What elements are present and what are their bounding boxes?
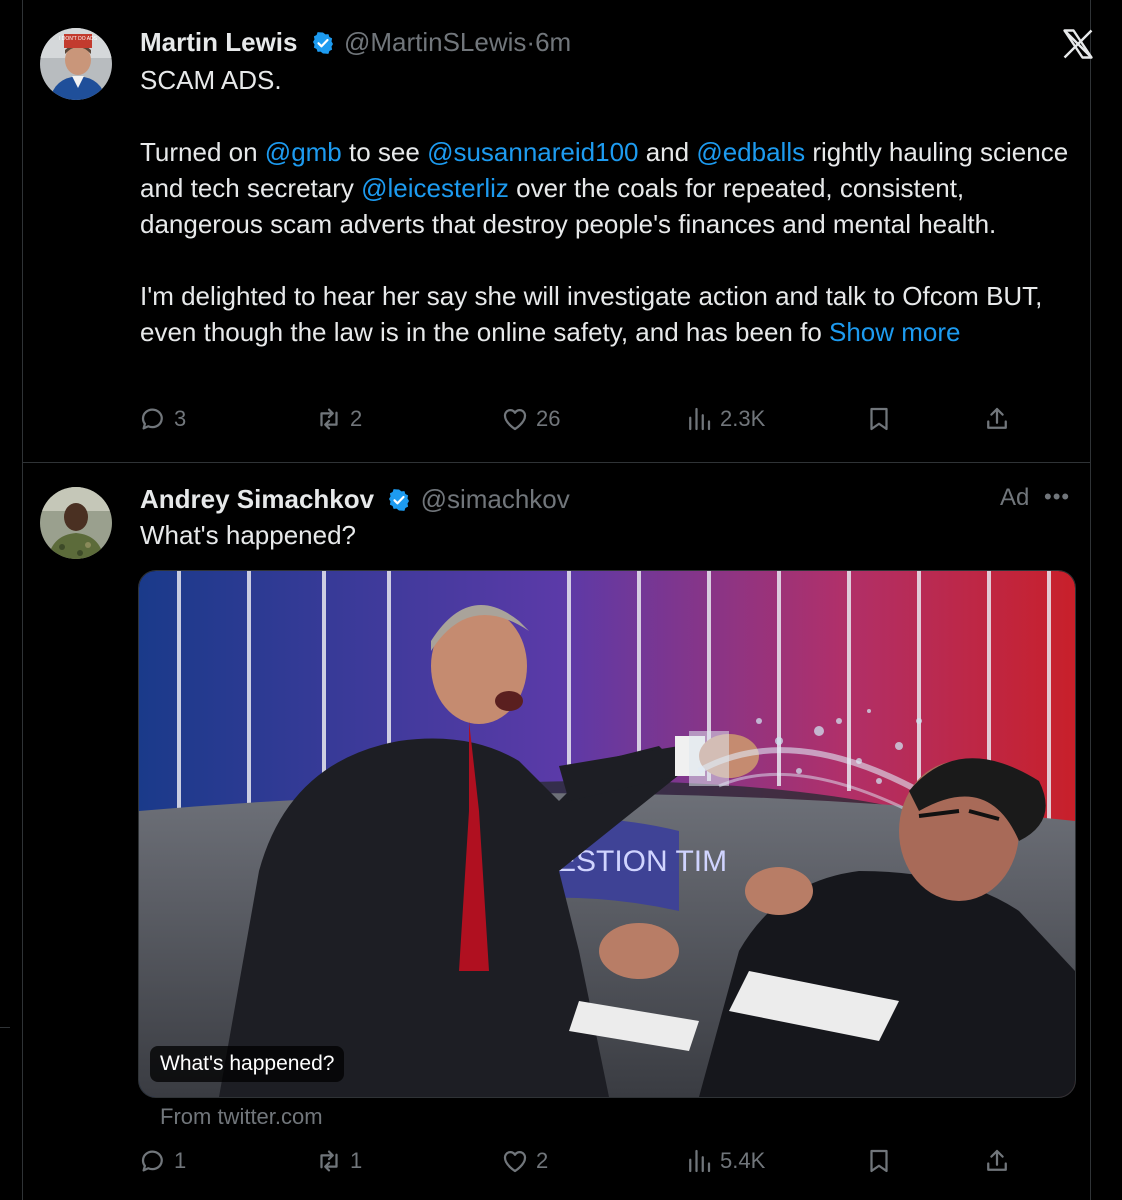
mention-link[interactable]: @leicesterliz <box>361 173 509 203</box>
sidebar-divider-tick <box>0 1027 10 1028</box>
like-count: 26 <box>536 406 561 431</box>
like-icon <box>503 1150 527 1173</box>
card-source-link[interactable]: From twitter.com <box>160 1104 323 1130</box>
timestamp[interactable]: 6m <box>535 27 571 57</box>
separator-dot: · <box>526 27 536 57</box>
tweet-header: Andrey Simachkov @simachkov <box>140 483 570 515</box>
text-segment: and <box>638 137 697 167</box>
mention-link[interactable]: @edballs <box>696 137 805 167</box>
author-handle[interactable]: @simachkov <box>421 484 570 514</box>
mention-link[interactable]: @gmb <box>265 137 342 167</box>
share-icon <box>987 407 1007 429</box>
action-bar: 3 2 26 2.3K <box>22 404 1090 440</box>
repost-count: 2 <box>350 406 363 431</box>
verified-badge-icon <box>312 32 333 54</box>
more-options-icon[interactable]: ••• <box>1044 484 1070 510</box>
tweet-text-line: What's happened? <box>140 520 357 550</box>
tweet-text: SCAM ADS. Turned on @gmb to see @susanna… <box>140 62 1070 350</box>
avatar-andrey-simachkov[interactable] <box>40 487 112 559</box>
tweet-header: Martin Lewis @MartinSLewis·6m <box>140 26 571 58</box>
like-count: 2 <box>536 1148 549 1173</box>
bookmark-icon <box>870 1149 888 1173</box>
repost-count: 1 <box>350 1148 363 1173</box>
reply-count: 1 <box>174 1148 187 1173</box>
share-icon <box>987 1149 1007 1171</box>
bookmark-button[interactable] <box>864 1146 900 1176</box>
text-segment: to see <box>341 137 428 167</box>
avatar-image: I DON'T DO ADS <box>40 28 112 100</box>
author-name[interactable]: Andrey Simachkov <box>140 484 374 514</box>
mention-link[interactable]: @susannareid100 <box>427 137 638 167</box>
tweet-text-para3: I'm delighted to hear her say she will i… <box>140 278 1070 350</box>
ad-label: Ad <box>1000 484 1030 511</box>
reply-button[interactable]: 1 <box>138 1146 186 1176</box>
tweet-martin-lewis[interactable]: I DON'T DO ADS Martin Lewis @MartinSLewi… <box>22 0 1093 462</box>
avatar-martin-lewis[interactable]: I DON'T DO ADS <box>40 28 112 100</box>
share-button[interactable] <box>982 1146 1018 1176</box>
reply-button[interactable]: 3 <box>138 404 186 434</box>
author-handle[interactable]: @MartinSLewis <box>344 27 526 57</box>
media-caption: What's happened? <box>150 1046 345 1082</box>
repost-icon <box>320 1150 338 1172</box>
avatar-badge-text: I DON'T DO ADS <box>59 36 98 42</box>
tweet-text: What's happened? <box>140 517 1070 553</box>
like-button[interactable]: 2 <box>500 1146 548 1176</box>
text-segment: Turned on <box>140 137 265 167</box>
repost-button[interactable]: 1 <box>314 1146 362 1176</box>
timeline-right-border <box>1090 0 1091 1200</box>
repost-icon <box>320 408 338 430</box>
tweet-text-para2: Turned on @gmb to see @susannareid100 an… <box>140 134 1070 242</box>
ad-image: QUESTION TIM <box>139 571 1075 1097</box>
ad-media-card[interactable]: QUESTION TIM <box>138 570 1076 1098</box>
views-icon <box>689 1149 711 1173</box>
views-icon <box>689 407 711 431</box>
reply-icon <box>141 408 163 430</box>
repost-button[interactable]: 2 <box>314 404 362 434</box>
show-more-link[interactable]: Show more <box>829 317 961 347</box>
tweet-text-line1: SCAM ADS. <box>140 65 282 95</box>
action-bar: 1 1 2 5.4K <box>22 1146 1090 1182</box>
view-count: 5.4K <box>720 1148 766 1173</box>
reply-icon <box>141 1150 163 1172</box>
views-button[interactable]: 5.4K <box>684 1146 765 1176</box>
view-count: 2.3K <box>720 406 766 431</box>
verified-badge-icon <box>389 489 410 511</box>
reply-count: 3 <box>174 406 187 431</box>
views-button[interactable]: 2.3K <box>684 404 765 434</box>
bookmark-button[interactable] <box>864 404 900 434</box>
share-button[interactable] <box>982 404 1018 434</box>
bookmark-icon <box>870 407 888 431</box>
like-button[interactable]: 26 <box>500 404 560 434</box>
author-name[interactable]: Martin Lewis <box>140 27 297 57</box>
x-logo-icon[interactable] <box>1060 26 1096 62</box>
like-icon <box>503 408 527 431</box>
avatar-image <box>40 487 112 559</box>
